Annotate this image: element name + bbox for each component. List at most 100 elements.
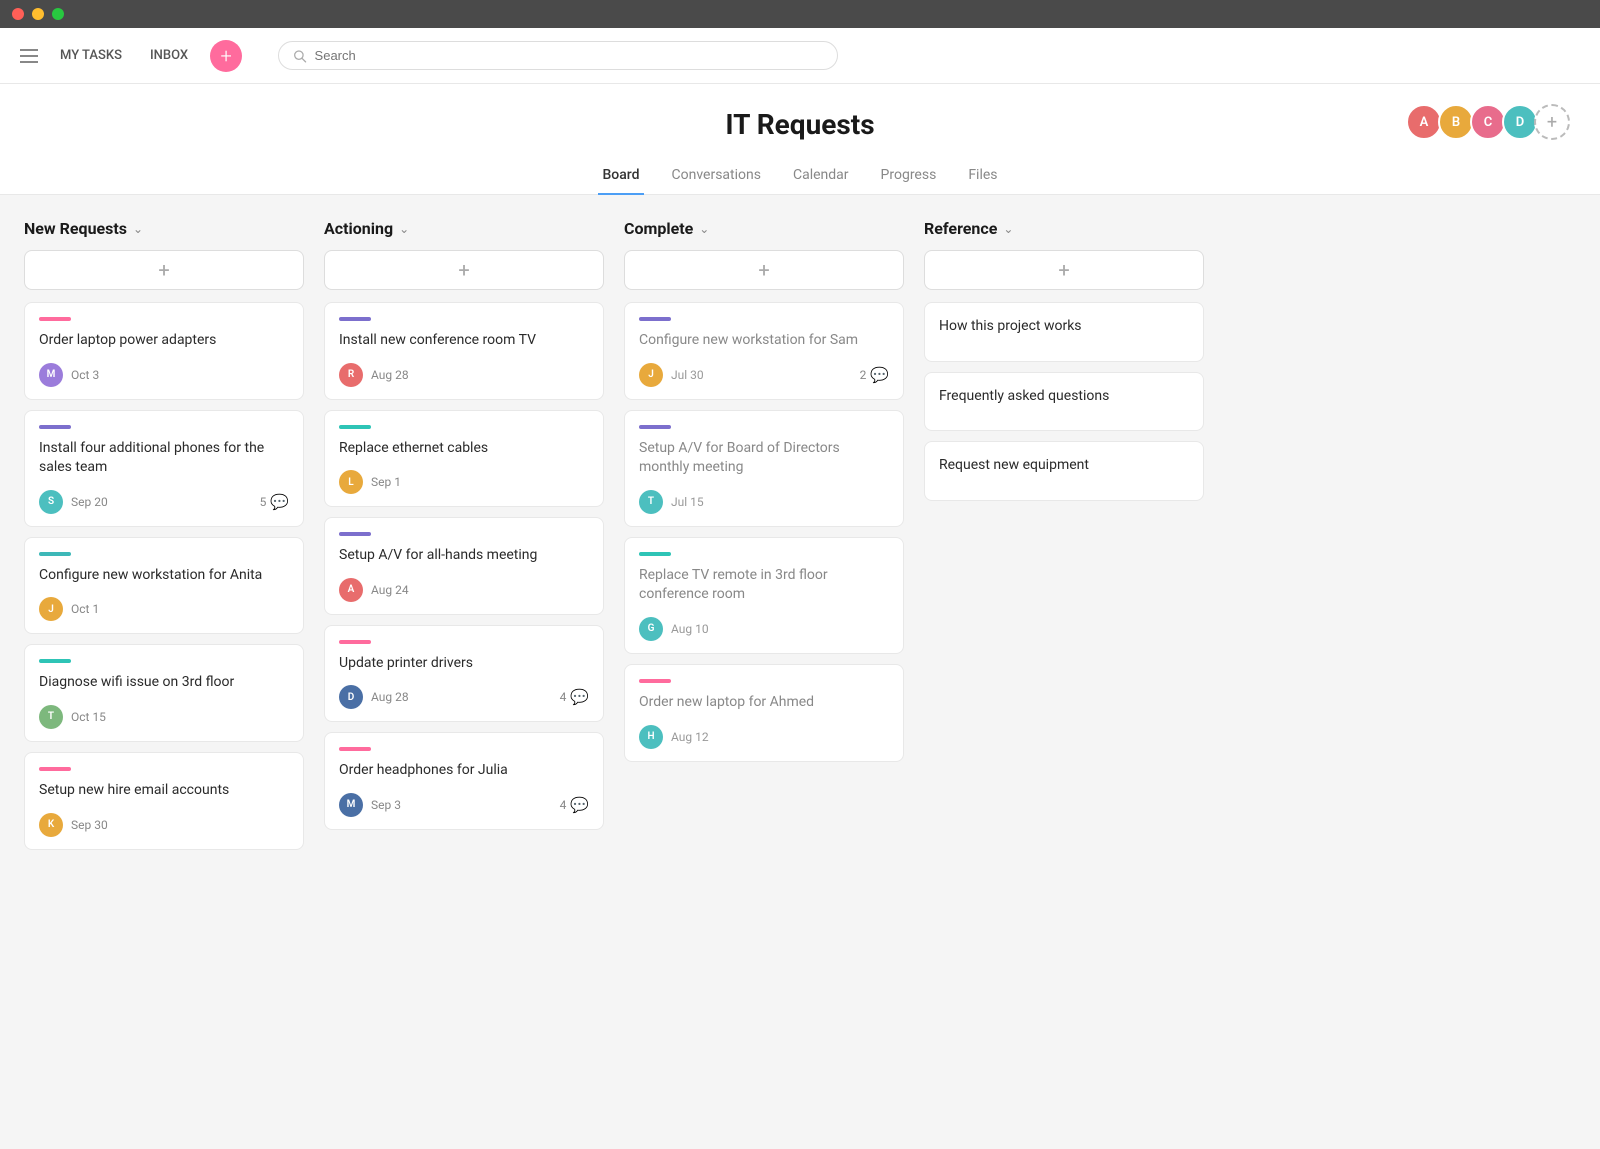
card-footer: M Oct 3 [39, 363, 289, 387]
card-title: Request new equipment [939, 456, 1189, 476]
column-chevron-icon[interactable]: ⌄ [699, 222, 709, 236]
task-card[interactable]: Configure new workstation for Anita J Oct … [24, 537, 304, 635]
task-card[interactable]: Configure new workstation for Sam J Jul 30… [624, 302, 904, 400]
card-title: Replace TV remote in 3rd floor conferenc… [639, 566, 889, 605]
task-card[interactable]: Diagnose wifi issue on 3rd floorTOct 15 [24, 644, 304, 742]
column-title: New Requests [24, 219, 127, 238]
titlebar-dot-yellow[interactable] [32, 8, 44, 20]
add-card-button[interactable]: + [924, 250, 1204, 290]
column-chevron-icon[interactable]: ⌄ [133, 222, 143, 236]
card-meta: MSep 3 [339, 793, 401, 817]
column-header: Actioning⌄ [324, 219, 604, 238]
card-date: Jul 30 [671, 368, 704, 382]
column-new-requests: New Requests⌄+Order laptop power adapter… [24, 219, 304, 860]
task-card[interactable]: Order new laptop for AhmedHAug 12 [624, 664, 904, 762]
task-card[interactable]: Frequently asked questions [924, 372, 1204, 432]
column-complete: Complete⌄+Configure new workstation for … [624, 219, 904, 772]
card-avatar: A [339, 578, 363, 602]
card-footer: TOct 15 [39, 705, 289, 729]
card-color-bar [39, 317, 71, 321]
card-meta: HAug 12 [639, 725, 709, 749]
column-reference: Reference⌄ + How this project works Frequen… [924, 219, 1204, 511]
comment-icon: 💬 [870, 366, 889, 384]
card-title: Configure new workstation for Sam [639, 331, 889, 351]
member-avatar: D [1502, 104, 1538, 140]
task-card[interactable]: Setup A/V for all-hands meeting AAug 24 [324, 517, 604, 615]
comment-count: 2 [860, 368, 867, 382]
column-chevron-icon[interactable]: ⌄ [399, 222, 409, 236]
inbox-link[interactable]: INBOX [144, 44, 194, 67]
card-date: Aug 28 [371, 368, 409, 382]
task-card[interactable]: How this project works [924, 302, 1204, 362]
card-footer: TJul 15 [639, 490, 889, 514]
tab-files[interactable]: Files [964, 157, 1001, 195]
comment-icon: 💬 [270, 493, 289, 511]
my-tasks-link[interactable]: MY TASKS [54, 44, 128, 67]
task-card[interactable]: Replace ethernet cables LSep 1 [324, 410, 604, 508]
task-card[interactable]: Replace TV remote in 3rd floor conferenc… [624, 537, 904, 654]
card-color-bar [39, 659, 71, 663]
card-comments: 5💬 [260, 493, 289, 511]
card-title: Setup A/V for all-hands meeting [339, 546, 589, 566]
comment-icon: 💬 [570, 796, 589, 814]
card-title: Configure new workstation for Anita [39, 566, 289, 586]
card-footer: LSep 1 [339, 470, 589, 494]
card-comments: 2💬 [860, 366, 889, 384]
card-title: Setup A/V for Board of Directors monthly… [639, 439, 889, 478]
menu-icon[interactable] [20, 49, 38, 63]
add-card-button[interactable]: + [24, 250, 304, 290]
card-title: Setup new hire email accounts [39, 781, 289, 801]
comment-count: 5 [260, 495, 267, 509]
card-color-bar [39, 425, 71, 429]
card-title: Replace ethernet cables [339, 439, 589, 459]
task-card[interactable]: Update printer driversDAug 284💬 [324, 625, 604, 723]
task-card[interactable]: Setup A/V for Board of Directors monthly… [624, 410, 904, 527]
card-color-bar [39, 767, 71, 771]
card-avatar: J [639, 363, 663, 387]
card-meta: J Oct 1 [39, 597, 99, 621]
add-button[interactable]: + [210, 40, 242, 72]
task-card[interactable]: Order laptop power adaptersMOct 3 [24, 302, 304, 400]
tab-progress[interactable]: Progress [877, 157, 941, 195]
tab-calendar[interactable]: Calendar [789, 157, 853, 195]
card-color-bar [339, 532, 371, 536]
column-actioning: Actioning⌄ + Install new conference room T… [324, 219, 604, 840]
task-card[interactable]: Install new conference room TVRAug 28 [324, 302, 604, 400]
search-input[interactable] [315, 48, 824, 63]
add-member-button[interactable]: + [1534, 104, 1570, 140]
add-card-button[interactable]: + [324, 250, 604, 290]
navbar: MY TASKS INBOX + [0, 28, 1600, 84]
card-meta: SSep 20 [39, 490, 108, 514]
search-bar [278, 41, 838, 70]
tab-board[interactable]: Board [598, 157, 643, 195]
card-date: Aug 10 [671, 622, 709, 636]
card-footer: AAug 24 [339, 578, 589, 602]
card-date: Oct 3 [71, 368, 99, 382]
tab-conversations[interactable]: Conversations [668, 157, 765, 195]
task-card[interactable]: Request new equipment [924, 441, 1204, 501]
card-footer: J Jul 30 2💬 [639, 363, 889, 387]
card-title: Order headphones for Julia [339, 761, 589, 781]
column-header: Reference⌄ [924, 219, 1204, 238]
titlebar-dot-red[interactable] [12, 8, 24, 20]
task-card[interactable]: Install four additional phones for the s… [24, 410, 304, 527]
add-card-button[interactable]: + [624, 250, 904, 290]
card-color-bar [639, 317, 671, 321]
titlebar-dot-green[interactable] [52, 8, 64, 20]
card-comments: 4💬 [560, 688, 589, 706]
task-card[interactable]: Setup new hire email accountsKSep 30 [24, 752, 304, 850]
card-avatar: J [39, 597, 63, 621]
card-avatar: M [39, 363, 63, 387]
card-meta: GAug 10 [639, 617, 709, 641]
task-card[interactable]: Order headphones for JuliaMSep 34💬 [324, 732, 604, 830]
card-date: Oct 1 [71, 602, 99, 616]
card-avatar: M [339, 793, 363, 817]
member-avatar: B [1438, 104, 1474, 140]
card-color-bar [639, 552, 671, 556]
titlebar [0, 0, 1600, 28]
project-header: ABCD+ IT Requests BoardConversationsCale… [0, 84, 1600, 195]
card-color-bar [39, 552, 71, 556]
card-avatar: T [639, 490, 663, 514]
column-chevron-icon[interactable]: ⌄ [1003, 222, 1013, 236]
member-avatar: A [1406, 104, 1442, 140]
